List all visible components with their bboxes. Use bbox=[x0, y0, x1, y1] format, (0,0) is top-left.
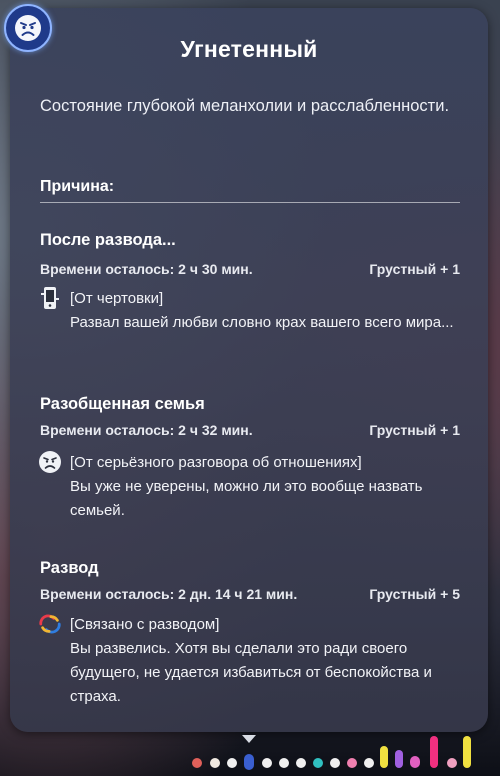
moodlet-icon[interactable] bbox=[296, 758, 306, 768]
moodlet-icon[interactable] bbox=[330, 758, 340, 768]
emotion-title: Угнетенный bbox=[180, 36, 318, 62]
emotion-description: Состояние глубокой меланхолии и расслабл… bbox=[40, 97, 450, 115]
modifier-meta: Времени осталось: 2 ч 32 мин. Грустный +… bbox=[40, 422, 460, 438]
modifier-text: Развал вашей любви словно крах вашего вс… bbox=[70, 314, 454, 331]
phone-icon bbox=[38, 286, 62, 310]
moodlet-icon-active[interactable] bbox=[244, 754, 254, 770]
moodlet-icon[interactable] bbox=[395, 750, 403, 768]
moodlet-bar bbox=[0, 728, 500, 776]
modifier-effect: Грустный + 5 bbox=[369, 586, 460, 602]
modifier-effect: Грустный + 1 bbox=[369, 422, 460, 438]
moodlet-icon[interactable] bbox=[347, 758, 357, 768]
reason-divider bbox=[40, 202, 460, 203]
modifier-name: После развода... bbox=[40, 231, 176, 249]
modifier-source: [Связано с разводом] bbox=[70, 616, 220, 633]
moodlet-icon[interactable] bbox=[447, 758, 457, 768]
moodlet-icon[interactable] bbox=[279, 758, 289, 768]
moodlet-icon[interactable] bbox=[210, 758, 220, 768]
modifier-time-left: Времени осталось: 2 дн. 14 ч 21 мин. bbox=[40, 586, 298, 602]
modifier-source: [От чертовки] bbox=[70, 290, 164, 307]
moodlet-icon[interactable] bbox=[364, 758, 374, 768]
modifier-name: Развод bbox=[40, 559, 99, 577]
moodlet-icon[interactable] bbox=[380, 746, 388, 768]
moodlet-icon[interactable] bbox=[227, 758, 237, 768]
moodlet-icon[interactable] bbox=[262, 758, 272, 768]
modifier-text: Вы уже не уверены, можно ли это вообще н… bbox=[70, 478, 423, 519]
moodlet-icon[interactable] bbox=[463, 736, 471, 768]
modifier-effect: Грустный + 1 bbox=[369, 261, 460, 277]
modifier-meta: Времени осталось: 2 ч 30 мин. Грустный +… bbox=[40, 261, 460, 277]
modifier-meta: Времени осталось: 2 дн. 14 ч 21 мин. Гру… bbox=[40, 586, 460, 602]
moodlet-icon[interactable] bbox=[192, 758, 202, 768]
modifier-name: Разобщенная семья bbox=[40, 395, 205, 413]
moodlet-icon[interactable] bbox=[410, 756, 420, 768]
modifier-text: Вы развелись. Хотя вы сделали это ради с… bbox=[70, 640, 432, 705]
moodlet-icon[interactable] bbox=[313, 758, 323, 768]
modifier-time-left: Времени осталось: 2 ч 30 мин. bbox=[40, 261, 253, 277]
modifier-source: [От серьёзного разговора об отношениях] bbox=[70, 454, 362, 471]
sad-face-icon bbox=[38, 450, 62, 474]
reason-label: Причина: bbox=[40, 178, 115, 195]
broken-rings-icon bbox=[38, 612, 62, 636]
moodlet-icon[interactable] bbox=[430, 736, 438, 768]
modifier-time-left: Времени осталось: 2 ч 32 мин. bbox=[40, 422, 253, 438]
